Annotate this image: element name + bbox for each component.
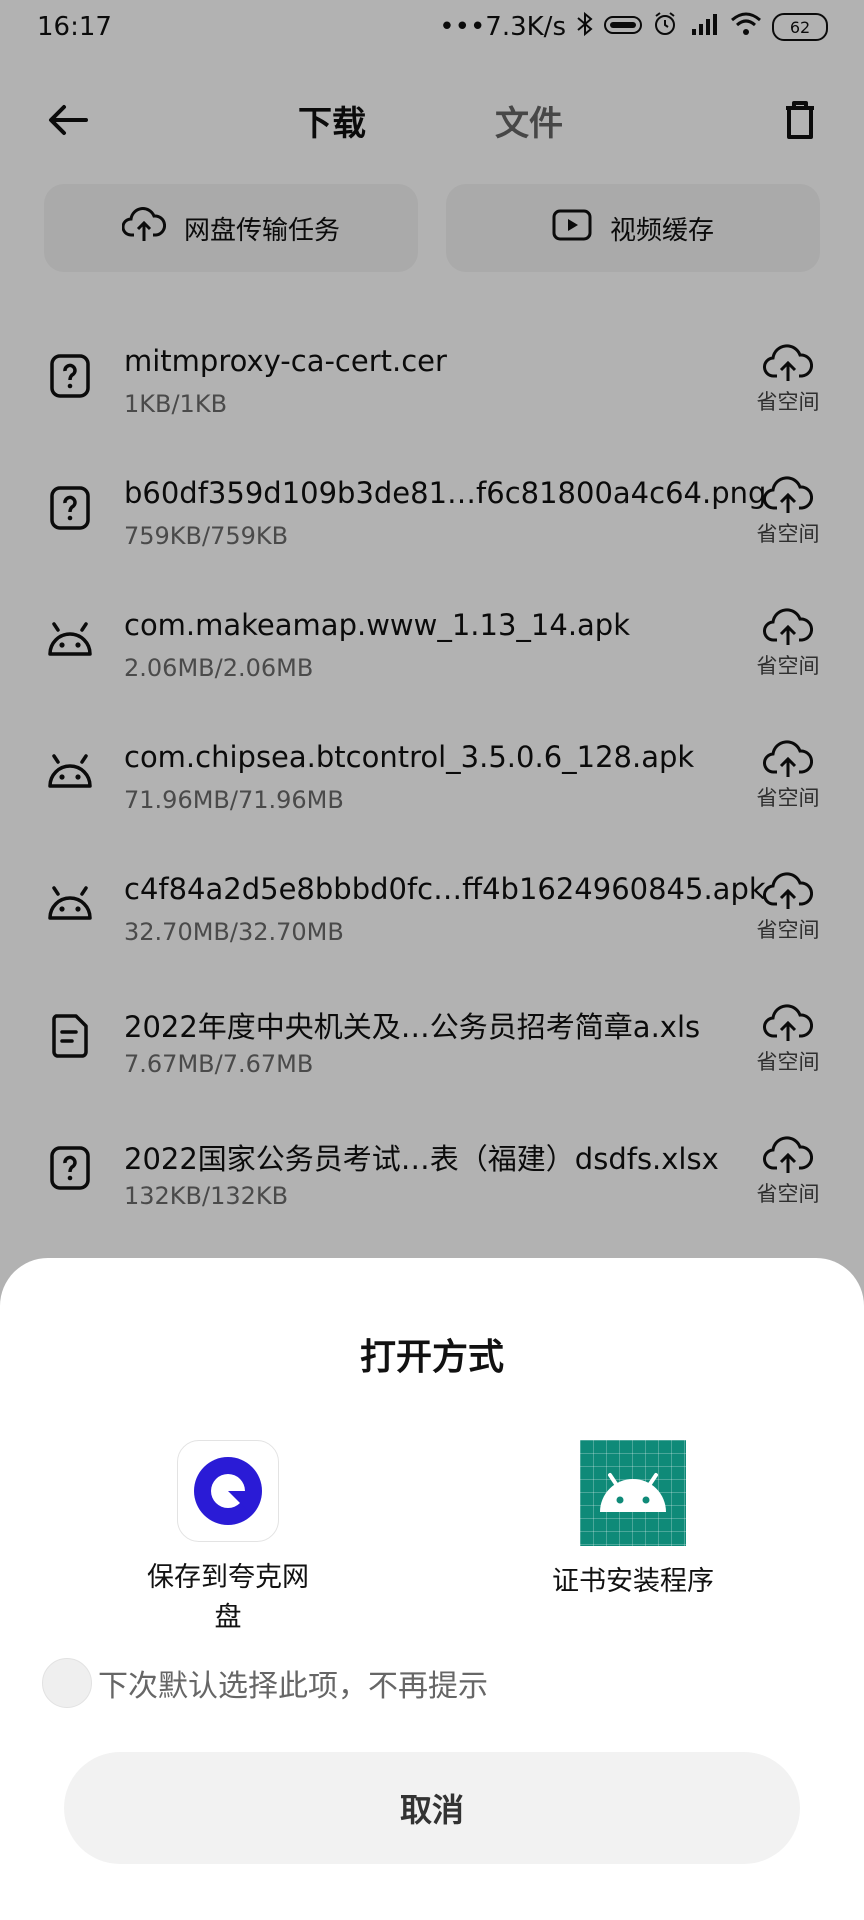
app-option-cert-installer[interactable]: 证书安装程序	[520, 1440, 746, 1602]
open-with-sheet: 打开方式 保存到夸克网盘 证书安装程序 下次默认选择此项，不再提示 取消	[0, 1258, 864, 1920]
quark-icon	[177, 1440, 279, 1542]
app-label: 保存到夸克网盘	[147, 1562, 309, 1633]
remember-radio[interactable]	[42, 1658, 92, 1708]
remember-text: 下次默认选择此项，不再提示	[98, 1669, 488, 1704]
app-label: 证书安装程序	[552, 1566, 714, 1597]
app-option-quark[interactable]: 保存到夸克网盘	[118, 1440, 338, 1638]
sheet-title: 打开方式	[359, 1337, 504, 1378]
cancel-button[interactable]: 取消	[64, 1752, 800, 1864]
android-cert-icon	[580, 1440, 686, 1546]
remember-choice[interactable]: 下次默认选择此项，不再提示	[42, 1658, 488, 1708]
